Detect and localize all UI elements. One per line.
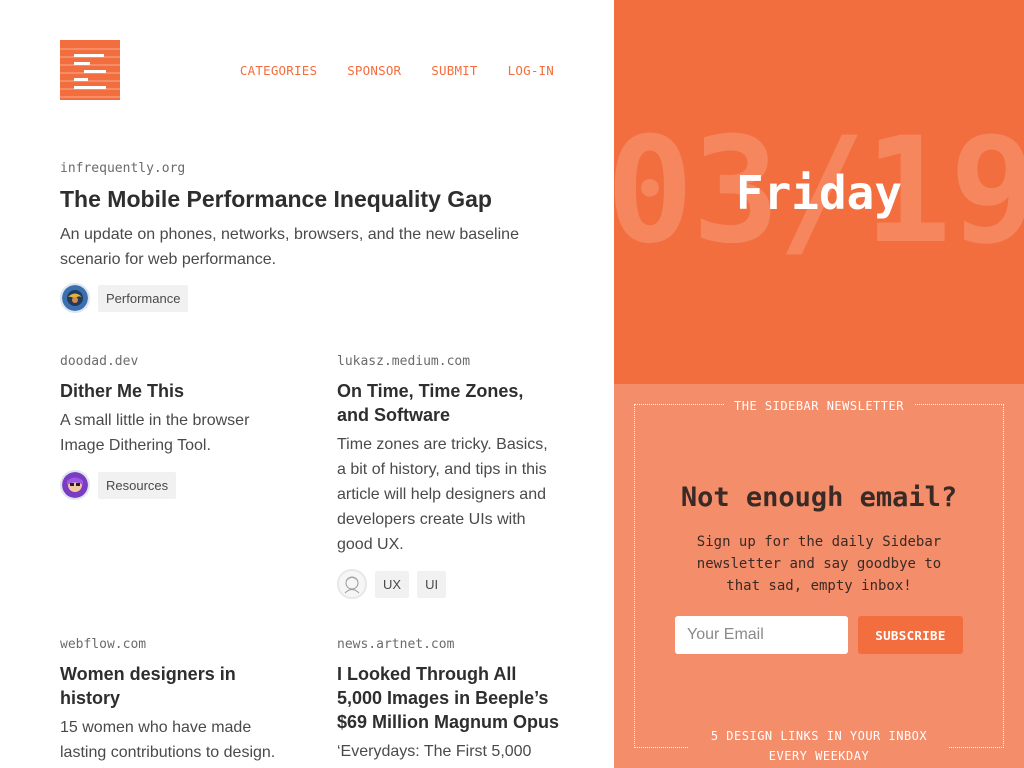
newsletter-text: Sign up for the daily Sidebar newsletter… [696, 534, 942, 594]
nav-log-in[interactable]: LOG-IN [508, 63, 554, 78]
post-description: ‘Everydays: The First 5,000 [337, 743, 532, 760]
top-nav: CATEGORIES SPONSOR SUBMIT LOG-IN [240, 63, 554, 78]
post-domain[interactable]: doodad.dev [60, 354, 280, 369]
date-panel: 03/19 Friday [614, 0, 1024, 384]
subscribe-button[interactable]: SUBSCRIBE [858, 616, 963, 654]
nav-sponsor[interactable]: SPONSOR [347, 63, 401, 78]
post-title[interactable]: Dither Me This [60, 379, 280, 403]
post-tags: UX UI [337, 569, 557, 599]
post-title[interactable]: Women designers in history [60, 662, 250, 710]
sidebar-logo-icon[interactable] [60, 40, 120, 100]
sidebar: 03/19 Friday THE SIDEBAR NEWSLETTER Not … [614, 0, 1024, 768]
nav-submit[interactable]: SUBMIT [431, 63, 477, 78]
post-domain[interactable]: infrequently.org [60, 161, 554, 176]
post-card: webflow.com Women designers in history 1… [60, 637, 290, 765]
newsletter-footer-text: 5 DESIGN LINKS IN YOUR INBOX EVERY WEEKD… [689, 726, 949, 766]
newsletter-label: THE SIDEBAR NEWSLETTER [614, 397, 1024, 415]
post-title[interactable]: I Looked Through All 5,000 Images in Bee… [337, 662, 562, 734]
avatar[interactable] [60, 470, 90, 500]
post-title[interactable]: On Time, Time Zones, and Software [337, 379, 537, 427]
newsletter-footer: 5 DESIGN LINKS IN YOUR INBOX EVERY WEEKD… [614, 726, 1024, 766]
newsletter-heading: Not enough email? [680, 482, 958, 513]
post-tags: Performance [60, 283, 554, 313]
post-description: Time zones are tricky. Basics, a bit of … [337, 436, 548, 553]
post-tags: Resources [60, 470, 280, 500]
tag-performance[interactable]: Performance [98, 284, 189, 312]
nav-categories[interactable]: CATEGORIES [240, 63, 317, 78]
post-description: An update on phones, networks, browsers,… [60, 226, 519, 268]
post-card: doodad.dev Dither Me This A small little… [60, 354, 280, 500]
day-name: Friday [735, 166, 903, 220]
tag-ux[interactable]: UX [375, 570, 410, 598]
post-title[interactable]: The Mobile Performance Inequality Gap [60, 186, 554, 213]
main-column: CATEGORIES SPONSOR SUBMIT LOG-IN infrequ… [0, 0, 614, 768]
post-card: lukasz.medium.com On Time, Time Zones, a… [337, 354, 557, 599]
post-description: A small little in the browser Image Dith… [60, 412, 250, 454]
post-description: 15 women who have made lasting contribut… [60, 719, 276, 761]
post-card: news.artnet.com I Looked Through All 5,0… [337, 637, 567, 764]
post-domain[interactable]: news.artnet.com [337, 637, 567, 652]
newsletter-panel: THE SIDEBAR NEWSLETTER Not enough email?… [614, 384, 1024, 768]
tag-ui[interactable]: UI [417, 570, 447, 598]
post-domain[interactable]: lukasz.medium.com [337, 354, 557, 369]
email-field[interactable] [675, 616, 848, 654]
newsletter-label-text: THE SIDEBAR NEWSLETTER [724, 399, 914, 413]
tag-resources[interactable]: Resources [98, 471, 177, 499]
avatar[interactable] [60, 283, 90, 313]
post-domain[interactable]: webflow.com [60, 637, 290, 652]
featured-post: infrequently.org The Mobile Performance … [60, 161, 554, 313]
avatar[interactable] [337, 569, 367, 599]
